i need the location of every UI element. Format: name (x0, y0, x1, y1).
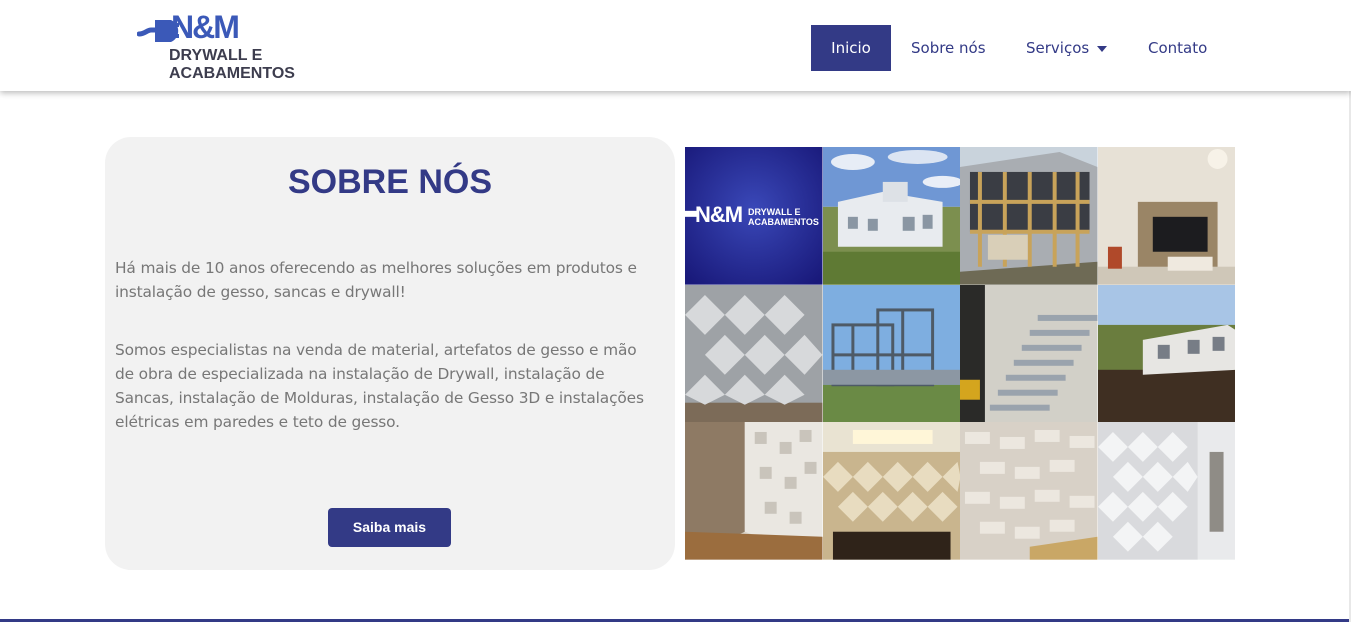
gallery-photo-brick-3d-wall[interactable] (960, 422, 1098, 560)
gallery-photo-3d-wall-diamond[interactable] (685, 284, 823, 423)
gallery-photo-staircase[interactable] (960, 284, 1098, 423)
gallery-photo-frame-building[interactable] (822, 284, 960, 423)
brand-logo[interactable]: N&M DRYWALL E ACABAMENTOS (137, 8, 317, 84)
gallery-photo-hillside-house[interactable] (1097, 284, 1235, 423)
nav-item-servicos-label: Serviços (1026, 39, 1090, 57)
photo-gallery: N&M DRYWALL E ACABAMENTOS (685, 147, 1235, 560)
nav-item-inicio[interactable]: Inicio (811, 25, 891, 71)
gallery-photo-dining-3d-wall[interactable] (822, 422, 960, 560)
nav-item-servicos[interactable]: Serviços (1026, 25, 1108, 71)
gallery-logo-line-1: DRYWALL E (748, 207, 801, 217)
gallery-photo-living-room[interactable] (1097, 147, 1235, 285)
gallery-logo-tile[interactable]: N&M DRYWALL E ACABAMENTOS (685, 147, 823, 285)
gallery-photo-building-exterior[interactable] (822, 147, 960, 285)
gallery-photo-corridor-3d-wall[interactable] (685, 422, 823, 560)
brand-line-2: ACABAMENTOS (169, 65, 295, 82)
about-paragraph-1: Há mais de 10 anos oferecendo as melhore… (115, 259, 637, 301)
about-paragraph-2: Somos especialistas na venda de material… (115, 341, 644, 431)
saiba-mais-button[interactable]: Saiba mais (328, 508, 451, 547)
about-title: SOBRE NÓS (287, 163, 493, 201)
gallery-logo-line-2: ACABAMENTOS (748, 217, 819, 227)
brand-mark: N&M (171, 9, 240, 45)
nav-item-contato[interactable]: Contato (1148, 25, 1207, 71)
gallery-photo-white-3d-corridor[interactable] (1097, 422, 1235, 560)
nav-item-sobre-nos[interactable]: Sobre nós (911, 25, 986, 71)
about-card: SOBRE NÓS Há mais de 10 anos oferecendo … (105, 137, 675, 570)
gallery-photo-steel-frame[interactable] (960, 147, 1098, 285)
site-header: N&M DRYWALL E ACABAMENTOS Inicio Sobre n… (0, 0, 1351, 91)
chevron-down-icon (1097, 45, 1108, 52)
brand-line-1: DRYWALL E (169, 47, 263, 64)
gallery-logo-mark: N&M (695, 202, 743, 227)
